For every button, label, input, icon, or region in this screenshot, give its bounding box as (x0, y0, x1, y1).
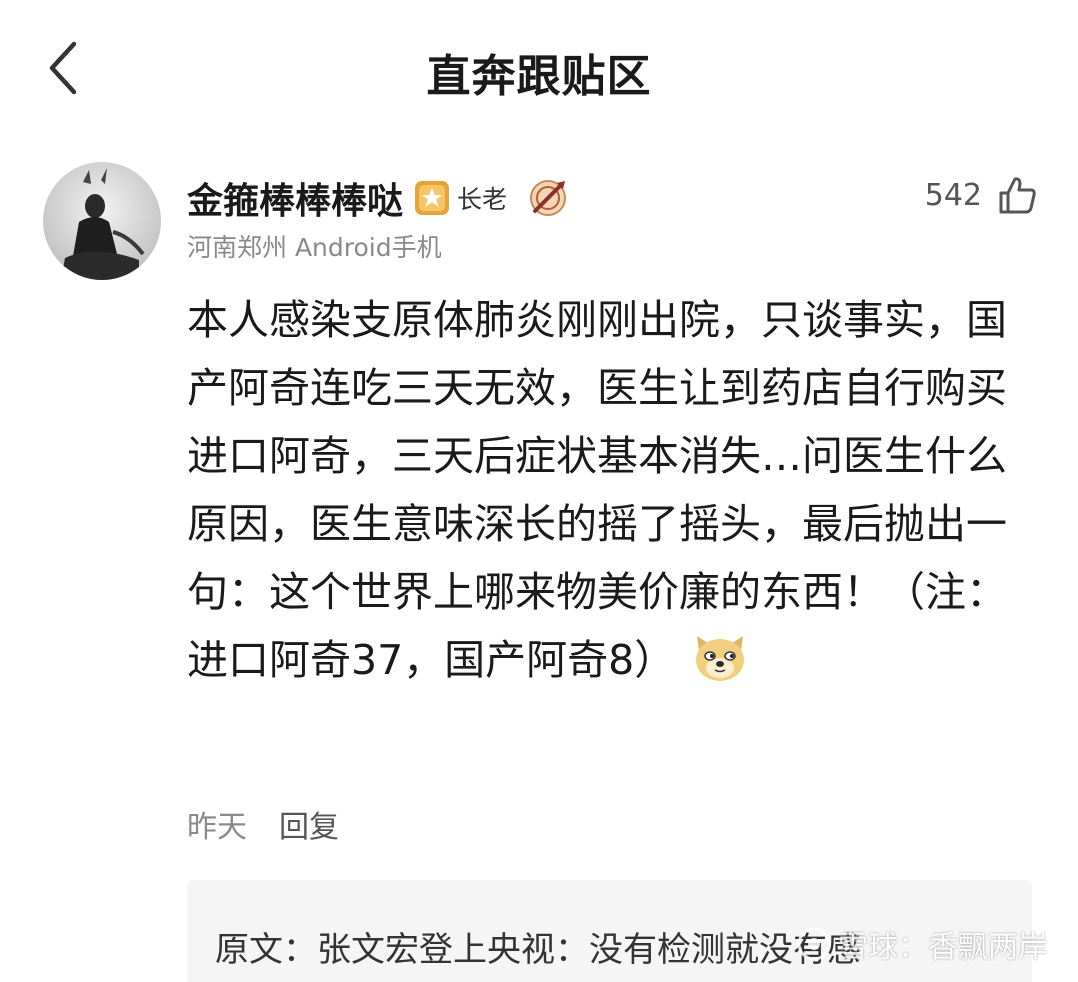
snowball-logo-icon (797, 927, 831, 961)
watermark: 雪球：香飘两岸 (796, 922, 1048, 966)
comment-actions: 昨天 回复 (187, 802, 339, 846)
author-location-device: 河南郑州 Android手机 (187, 233, 442, 262)
rank-label: 长老 (457, 185, 508, 214)
like-count: 542 (924, 177, 982, 213)
comment-page: 直奔跟贴区 金箍棒棒棒哒 长老 542 河南郑州 Android手机 本人感染支… (0, 0, 1078, 982)
avatar[interactable] (43, 162, 161, 280)
rank-badge-icon (415, 181, 450, 215)
medal-badge-icon (530, 180, 567, 216)
avatar-image (43, 162, 161, 280)
page-title: 直奔跟贴区 (426, 51, 652, 102)
like-button[interactable]: 542 (925, 174, 1038, 216)
watermark-text: 雪球：香飘两岸 (838, 930, 1048, 965)
author-name[interactable]: 金箍棒棒棒哒 (187, 172, 403, 224)
doge-emoji-icon (696, 636, 745, 681)
comment-text: 本人感染支原体肺炎刚刚出院，只谈事实，国产阿奇连吃三天无效，医生让到药店自行购买… (187, 296, 1007, 684)
comment-timestamp: 昨天 (187, 810, 247, 845)
author-row: 金箍棒棒棒哒 长老 (187, 172, 569, 224)
reply-button[interactable]: 回复 (279, 802, 339, 846)
thumbs-up-icon (999, 177, 1036, 214)
header-bar: 直奔跟贴区 (0, 0, 1078, 130)
comment-body: 本人感染支原体肺炎刚刚出院，只谈事实，国产阿奇连吃三天无效，医生让到药店自行购买… (187, 286, 1047, 694)
